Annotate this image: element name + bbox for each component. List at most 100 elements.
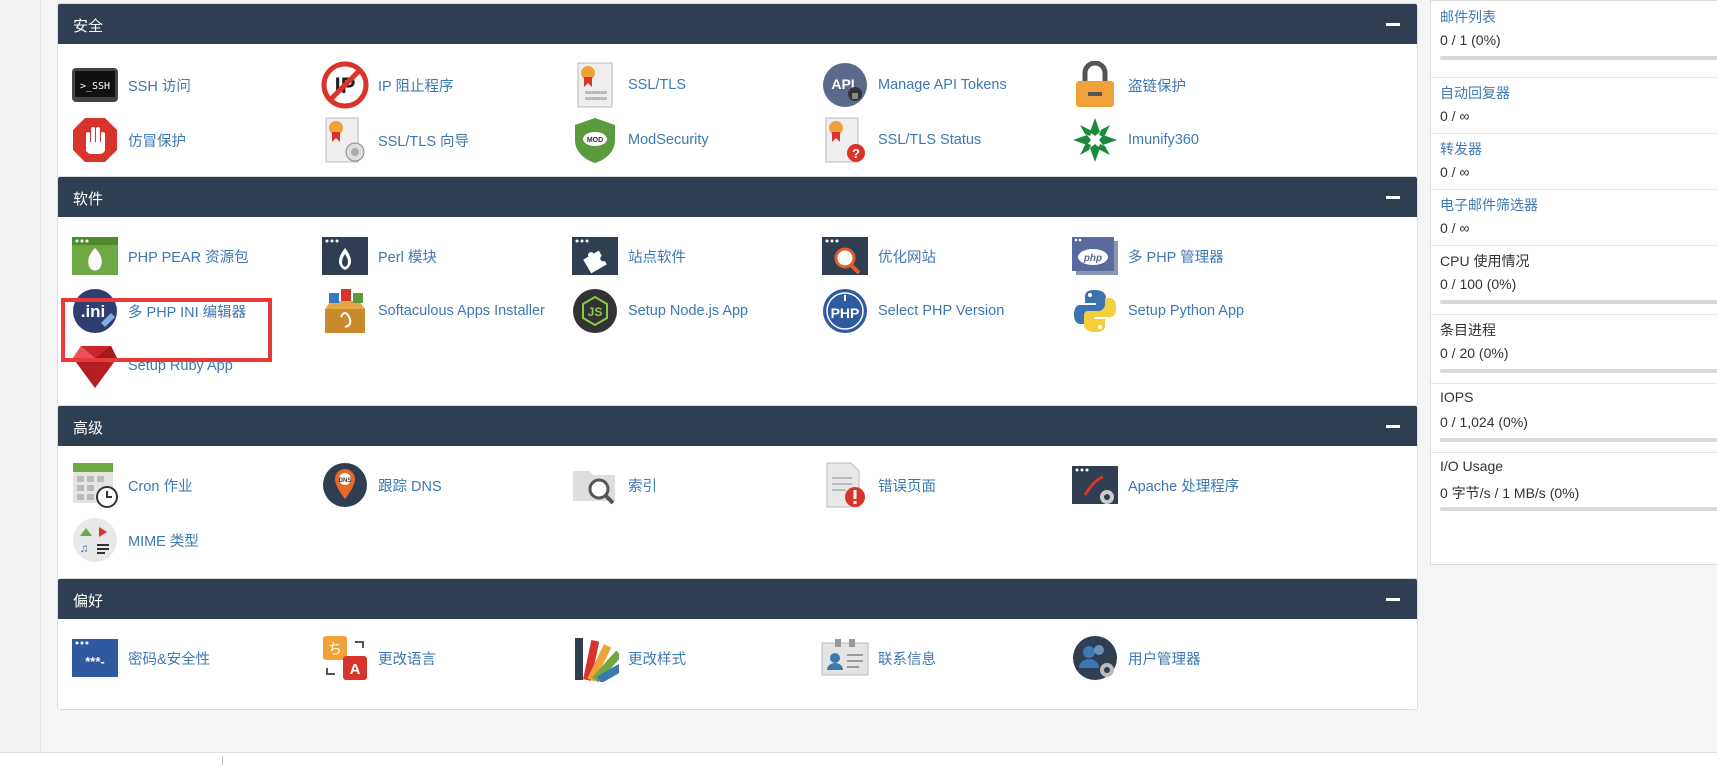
tile-imunify360[interactable]: Imunify360 (1071, 115, 1311, 165)
tile-ssh-access[interactable]: >_SSH SSH 访问 (71, 60, 311, 110)
tile-label: PHP PEAR 资源包 (128, 249, 249, 266)
tile-label: Manage API Tokens (878, 77, 1007, 93)
tile-mime-types[interactable]: ♫ MIME 类型 (71, 515, 311, 565)
stat-forwarders: 转发器 0 / ∞ (1431, 133, 1717, 190)
padlock-icon (1071, 61, 1119, 109)
panel-title: 偏好 (73, 593, 104, 610)
stat-name: IOPS (1440, 389, 1474, 405)
tile-error-pages[interactable]: 错误页面 (821, 460, 1061, 510)
tile-setup-python-app[interactable]: Setup Python App (1071, 286, 1311, 336)
tile-label: Apache 处理程序 (1128, 478, 1240, 495)
tile-select-php-version[interactable]: PHP Select PHP Version (821, 286, 1061, 336)
tile-manage-api-tokens[interactable]: API Manage API Tokens (821, 60, 1061, 110)
tile-site-software[interactable]: 站点软件 (571, 231, 811, 281)
imunify-star-icon (1071, 116, 1119, 164)
svg-text:DNS: DNS (339, 478, 352, 484)
svg-text:php: php (1083, 253, 1102, 264)
tile-label: Select PHP Version (878, 303, 1005, 319)
usage-bar (1440, 56, 1717, 60)
stat-value: 0 / ∞ (1440, 108, 1470, 124)
panel-header-advanced[interactable]: 高级 (58, 406, 1417, 446)
calendar-clock-icon (71, 461, 119, 509)
password-icon: ***- (71, 634, 119, 682)
tile-label: 用户管理器 (1128, 651, 1201, 668)
tile-hotlink-protection[interactable]: 盗链保护 (1071, 60, 1311, 110)
svg-text:PHP: PHP (831, 305, 860, 321)
tile-modsecurity[interactable]: MOD ModSecurity (571, 115, 811, 165)
tile-ip-blocker[interactable]: IP IP 阻止程序 (321, 60, 561, 110)
tile-label: 站点软件 (628, 249, 686, 266)
panel-header-software[interactable]: 软件 (58, 177, 1417, 217)
php-version-icon: PHP (821, 287, 869, 335)
php-manager-icon: php (1071, 232, 1119, 280)
tile-multiphp-manager[interactable]: php 多 PHP 管理器 (1071, 231, 1311, 281)
stat-entry-processes: 条目进程 0 / 20 (0%) (1431, 314, 1717, 384)
color-swatch-icon (571, 634, 619, 682)
tile-label: 错误页面 (878, 478, 936, 495)
tile-leech-protection[interactable]: 仿冒保护 (71, 115, 311, 165)
svg-text:♫: ♫ (80, 541, 89, 555)
tile-label: SSL/TLS 向导 (378, 133, 470, 150)
tile-label: Imunify360 (1128, 132, 1199, 148)
magnifier-gear-icon (821, 232, 869, 280)
perl-onion-icon (321, 232, 369, 280)
tile-indexes[interactable]: 索引 (571, 460, 811, 510)
collapse-icon[interactable] (1386, 196, 1400, 199)
nodejs-icon: JS (571, 287, 619, 335)
stat-name-link[interactable]: 转发器 (1440, 139, 1482, 159)
tile-php-pear-packages[interactable]: PHP PEAR 资源包 (71, 231, 311, 281)
stat-autoresponders: 自动回复器 0 / ∞ (1431, 77, 1717, 134)
collapse-icon[interactable] (1386, 425, 1400, 428)
bottom-divider (222, 756, 223, 765)
panel-title: 安全 (73, 18, 104, 35)
dns-pin-icon: DNS (321, 461, 369, 509)
tile-user-manager[interactable]: 用户管理器 (1071, 633, 1311, 683)
stat-mailing-lists: 邮件列表 0 / 1 (0%) (1431, 1, 1717, 78)
statistics-sidebar: 邮件列表 0 / 1 (0%) 自动回复器 0 / ∞ 转发器 0 / ∞ 电子… (1430, 0, 1717, 565)
tile-label: Setup Node.js App (628, 303, 749, 319)
contact-card-icon (821, 634, 869, 682)
collapse-icon[interactable] (1386, 598, 1400, 601)
tile-change-style[interactable]: 更改样式 (571, 633, 811, 683)
tile-label: Setup Python App (1128, 303, 1245, 319)
stat-name-link[interactable]: 自动回复器 (1440, 83, 1510, 103)
tile-perl-modules[interactable]: Perl 模块 (321, 231, 561, 281)
certificate-wizard-icon (321, 116, 369, 164)
tile-ssl-tls-status[interactable]: ? SSL/TLS Status (821, 115, 1061, 165)
stat-name: CPU 使用情况 (1440, 253, 1530, 269)
stat-name: I/O Usage (1440, 458, 1504, 474)
apache-handler-icon (1071, 461, 1119, 509)
tile-label: ModSecurity (628, 132, 709, 148)
language-icon: ちA (321, 634, 369, 682)
highlight-box (61, 298, 272, 362)
media-types-icon: ♫ (71, 516, 119, 564)
tile-label: 更改语言 (378, 651, 436, 668)
panel-header-security[interactable]: 安全 (58, 4, 1417, 44)
collapse-icon[interactable] (1386, 23, 1400, 26)
ssh-terminal-icon: >_SSH (71, 61, 119, 109)
stat-name-link[interactable]: 电子邮件筛选器 (1440, 195, 1538, 215)
tile-softaculous[interactable]: Softaculous Apps Installer (321, 286, 561, 336)
svg-text:?: ? (852, 146, 860, 161)
tile-change-language[interactable]: ちA 更改语言 (321, 633, 561, 683)
tile-label: IP 阻止程序 (378, 78, 454, 95)
tile-contact-information[interactable]: 联系信息 (821, 633, 1061, 683)
stat-name: 条目进程 (1440, 322, 1496, 338)
tile-label: 多 PHP 管理器 (1128, 249, 1224, 266)
svg-text:>_SSH: >_SSH (80, 81, 110, 92)
tile-track-dns[interactable]: DNS 跟踪 DNS (321, 460, 561, 510)
tile-cron-jobs[interactable]: Cron 作业 (71, 460, 311, 510)
tile-ssl-tls-wizard[interactable]: SSL/TLS 向导 (321, 115, 561, 165)
tile-label: Cron 作业 (128, 478, 193, 495)
panel-header-preferences[interactable]: 偏好 (58, 579, 1417, 619)
tile-password-security[interactable]: ***- 密码&安全性 (71, 633, 311, 683)
tile-label: 优化网站 (878, 249, 936, 266)
tile-ssl-tls[interactable]: SSL/TLS (571, 60, 811, 110)
tile-optimize-website[interactable]: 优化网站 (821, 231, 1061, 281)
svg-text:MOD: MOD (587, 137, 603, 144)
tile-setup-nodejs-app[interactable]: JS Setup Node.js App (571, 286, 811, 336)
stat-name-link[interactable]: 邮件列表 (1440, 7, 1496, 27)
tile-apache-handlers[interactable]: Apache 处理程序 (1071, 460, 1311, 510)
tile-label: 联系信息 (878, 651, 936, 668)
tile-label: 仿冒保护 (128, 133, 186, 150)
